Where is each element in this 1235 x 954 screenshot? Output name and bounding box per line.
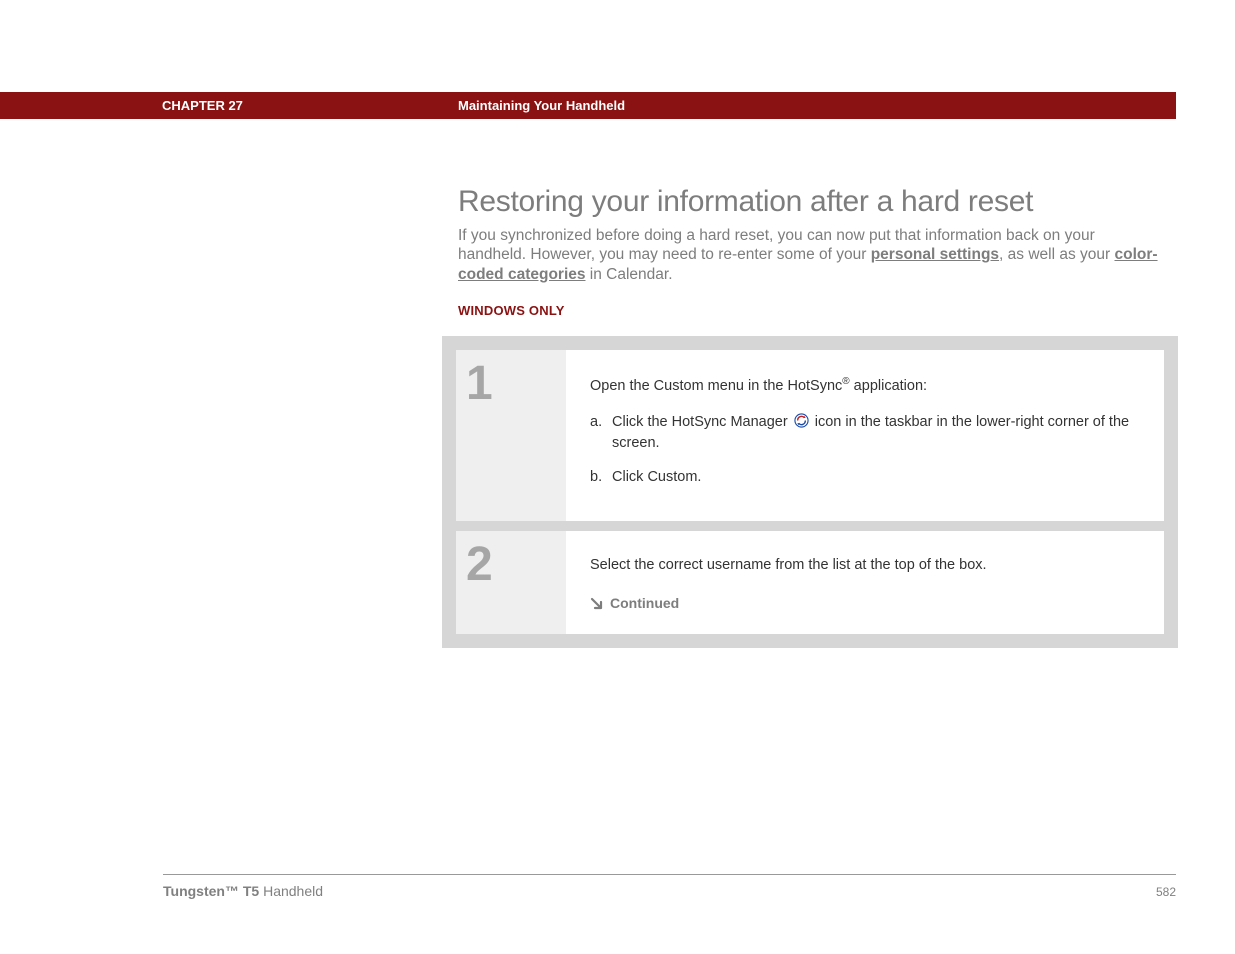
step-number: 1 — [466, 360, 493, 408]
footer-product-rest: Handheld — [259, 883, 323, 899]
footer-divider — [163, 874, 1176, 875]
sub-list: a. Click the HotSync Manager — [590, 412, 1140, 489]
list-item: a. Click the HotSync Manager — [590, 412, 1140, 456]
footer-product: Tungsten™ T5 Handheld — [163, 883, 323, 899]
header-band: CHAPTER 27 Maintaining Your Handheld — [0, 92, 1176, 119]
intro-text-2: , as well as your — [999, 246, 1114, 263]
steps-container: 1 Open the Custom menu in the HotSync® a… — [442, 336, 1178, 648]
step-open-line: Open the Custom menu in the HotSync® app… — [590, 374, 1140, 398]
step-open-prefix: Open the Custom menu in the HotSync — [590, 378, 842, 394]
list-item: b. Click Custom. — [590, 467, 1140, 489]
step-row: 1 Open the Custom menu in the HotSync® a… — [456, 350, 1164, 521]
step-row: 2 Select the correct username from the l… — [456, 531, 1164, 634]
step-open-suffix: application: — [850, 378, 927, 394]
continued-row: Continued — [590, 593, 1140, 614]
footer-page-number: 582 — [1156, 885, 1176, 899]
step-number-cell: 1 — [456, 350, 566, 521]
step-body: Open the Custom menu in the HotSync® app… — [566, 350, 1164, 521]
step-body: Select the correct username from the lis… — [566, 531, 1164, 634]
sub-letter: a. — [590, 412, 612, 456]
registered-mark: ® — [842, 376, 849, 387]
platform-label: WINDOWS ONLY — [458, 303, 565, 318]
sub-text: Click the HotSync Manager icon in the ta… — [612, 412, 1140, 456]
sub-text: Click Custom. — [612, 467, 1140, 489]
continued-arrow-icon — [590, 596, 604, 610]
footer-product-bold: Tungsten™ T5 — [163, 883, 259, 899]
sub-letter: b. — [590, 467, 612, 489]
intro-text-3: in Calendar. — [586, 266, 673, 283]
intro-paragraph: If you synchronized before doing a hard … — [458, 226, 1158, 284]
personal-settings-link[interactable]: personal settings — [871, 246, 999, 263]
chapter-label: CHAPTER 27 — [162, 98, 243, 113]
step-text: Select the correct username from the lis… — [590, 555, 1140, 577]
continued-label: Continued — [610, 593, 679, 614]
chapter-title: Maintaining Your Handheld — [458, 98, 625, 113]
step-number-cell: 2 — [456, 531, 566, 634]
page-heading: Restoring your information after a hard … — [458, 185, 1033, 219]
sub-text-before: Click the HotSync Manager — [612, 414, 792, 430]
hotsync-icon — [794, 413, 809, 428]
step-number: 2 — [466, 541, 493, 589]
